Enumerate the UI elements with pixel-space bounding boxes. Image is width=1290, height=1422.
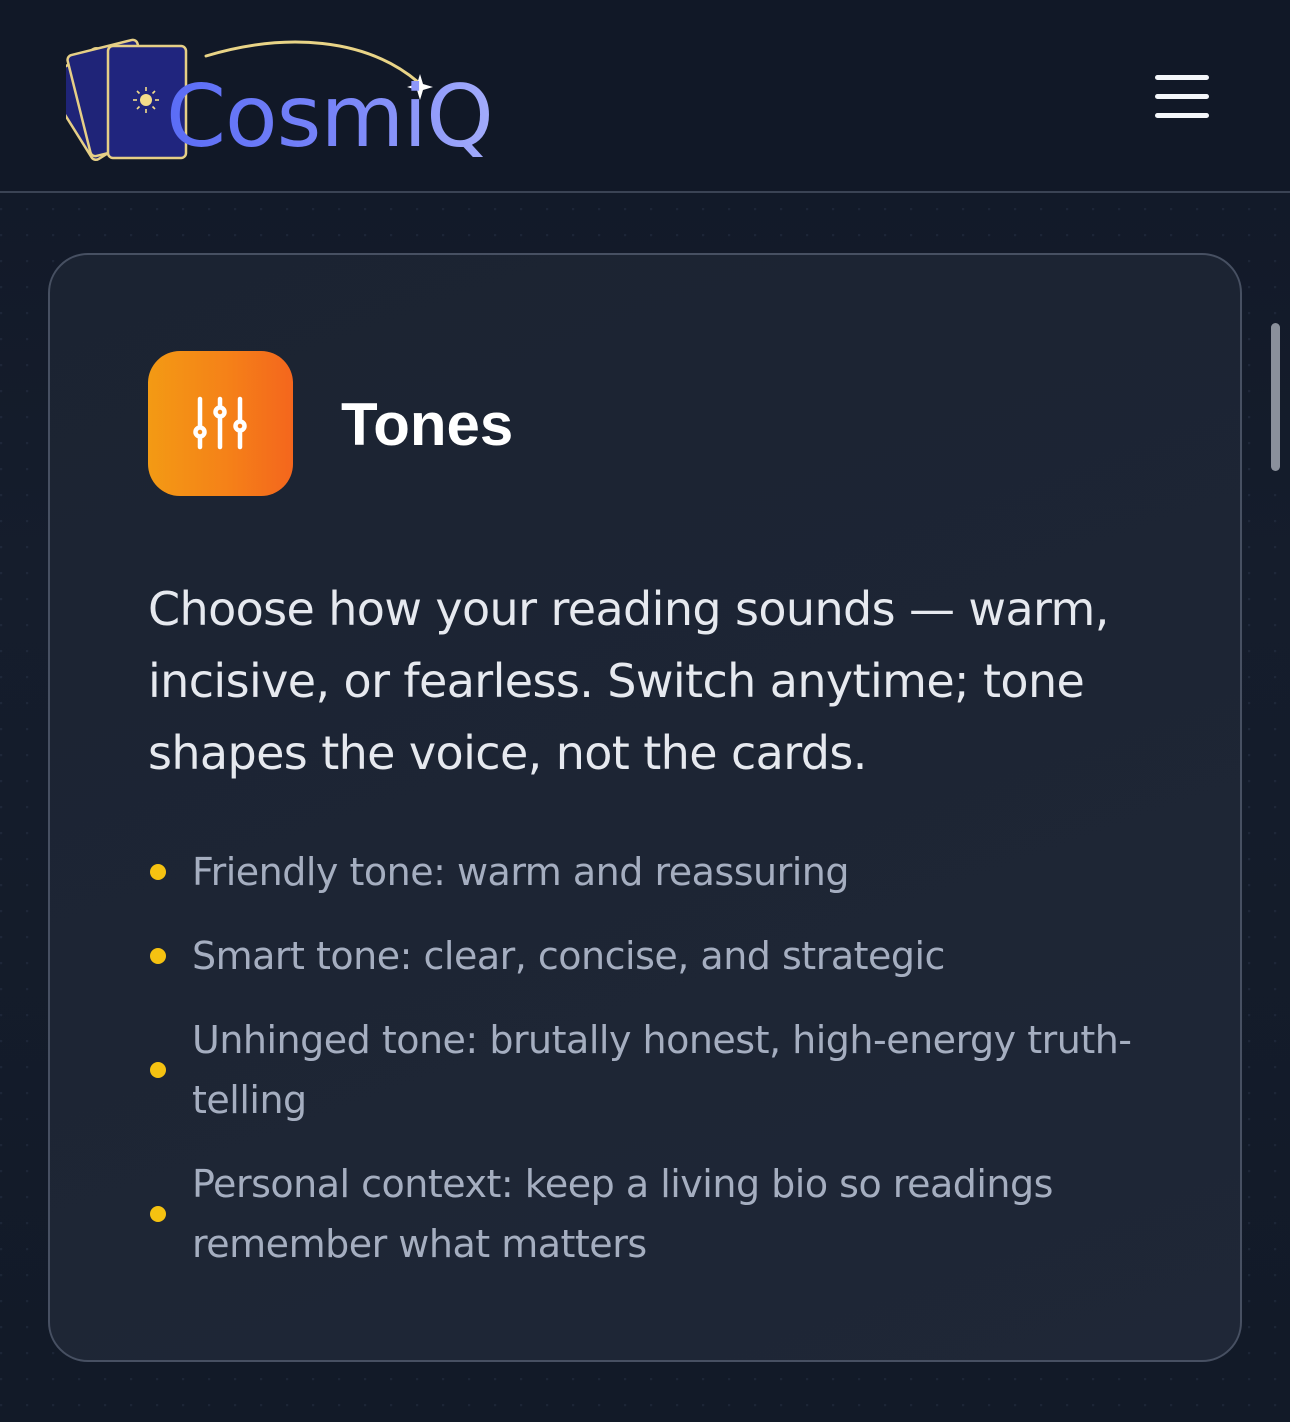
sliders-glyph [193, 396, 247, 450]
menu-line [1155, 75, 1209, 80]
feature-text: Smart tone: clear, concise, and strategi… [192, 934, 945, 978]
bullet-dot-icon [150, 864, 166, 880]
feature-text: Unhinged tone: brutally honest, high-ene… [192, 1018, 1132, 1122]
list-item: Smart tone: clear, concise, and strategi… [148, 914, 1178, 998]
feature-text: Friendly tone: warm and reassuring [192, 850, 849, 894]
card-description: Choose how your reading sounds — warm, i… [148, 582, 1109, 780]
scrollbar-thumb[interactable] [1271, 323, 1280, 471]
cosmiq-logo[interactable]: CosmiQ [66, 34, 506, 169]
hamburger-menu-icon[interactable] [1150, 70, 1214, 122]
sliders-icon [148, 351, 293, 496]
list-item: Friendly tone: warm and reassuring [148, 830, 1178, 914]
list-item: Unhinged tone: brutally honest, high-ene… [148, 998, 1178, 1142]
card-title: Tones [341, 391, 514, 458]
feature-list: Friendly tone: warm and reassuring Smart… [148, 830, 1178, 1286]
bullet-dot-icon [150, 948, 166, 964]
list-item: Personal context: keep a living bio so r… [148, 1142, 1178, 1286]
logo-wordmark: CosmiQ [166, 67, 494, 167]
site-header: CosmiQ [0, 0, 1290, 193]
bullet-dot-icon [150, 1062, 166, 1078]
bullet-dot-icon [150, 1206, 166, 1222]
menu-line [1155, 94, 1209, 99]
feature-text: Personal context: keep a living bio so r… [192, 1162, 1053, 1266]
tones-feature-card: Tones Choose how your reading sounds — w… [48, 253, 1242, 1362]
menu-line [1155, 113, 1209, 118]
